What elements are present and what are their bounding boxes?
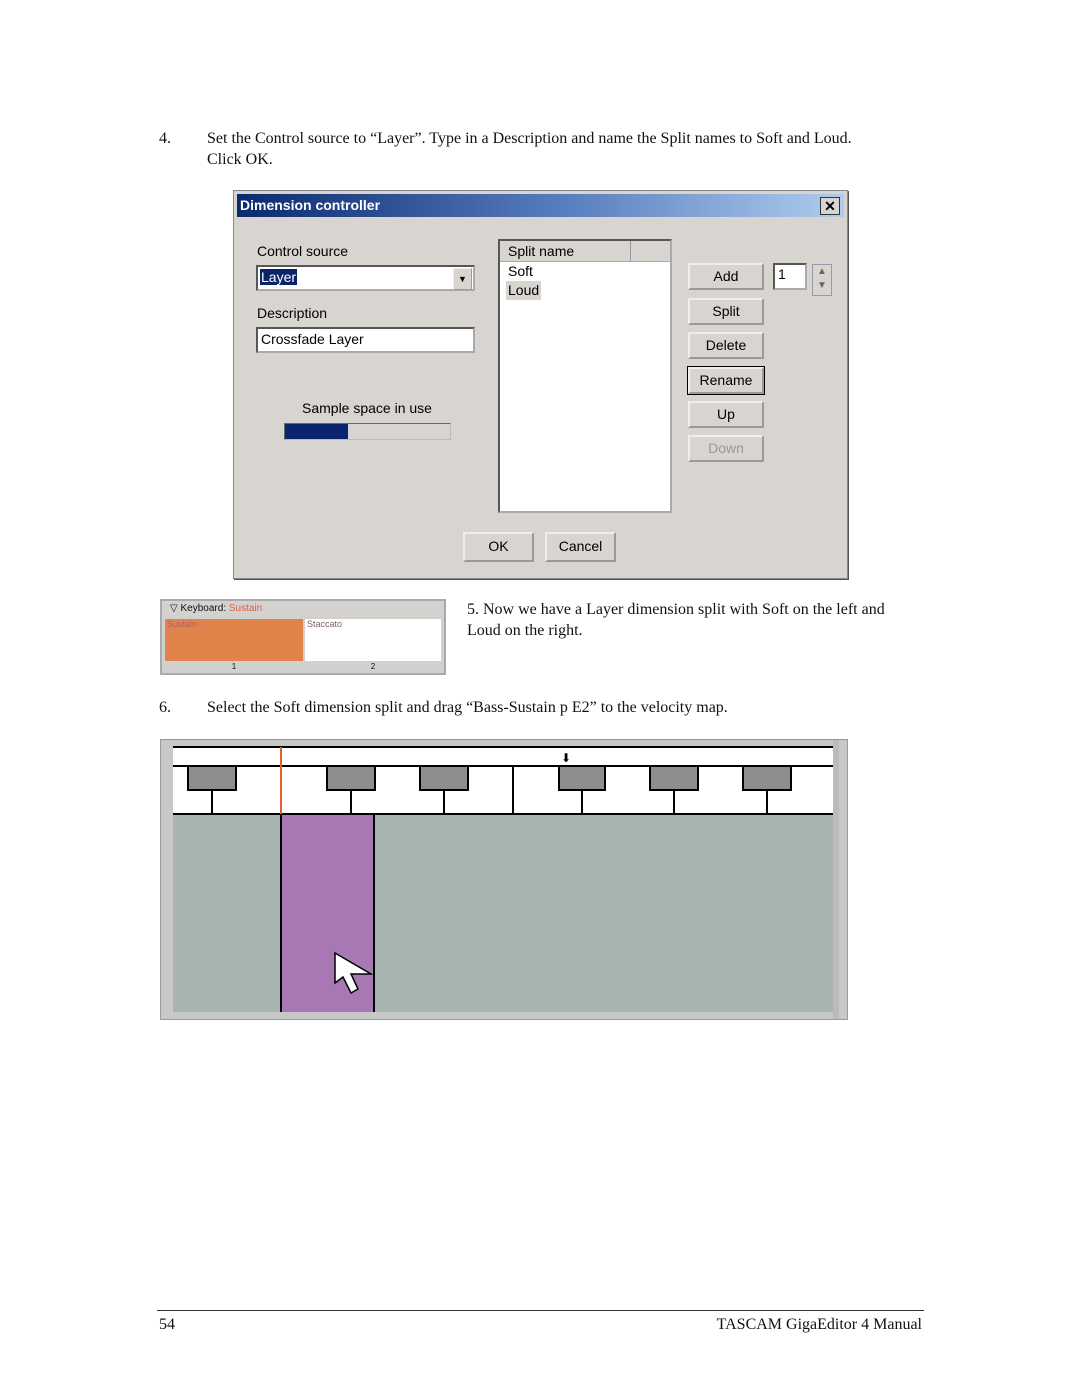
zone-sustain[interactable]: Sustain [165,619,303,661]
zone-number: 2 [370,662,376,671]
count-input[interactable]: 1 [773,263,807,290]
ok-button[interactable]: OK [463,532,534,562]
delete-button[interactable]: Delete [688,332,764,359]
rename-button[interactable]: Rename [687,366,765,395]
title-bar: Dimension controller ✕ [237,194,844,217]
close-icon[interactable]: ✕ [820,197,840,215]
count-spinner[interactable]: ▲ ▼ [812,264,832,296]
collapse-triangle-icon[interactable]: ▽ [170,603,178,614]
manual-title: TASCAM GigaEditor 4 Manual [716,1316,922,1333]
step-6-number: 6. [159,699,171,716]
split-name-header[interactable]: Split name [508,243,574,259]
step-6-text: Select the Soft dimension split and drag… [207,699,728,716]
control-source-value: Layer [260,269,298,285]
zone-label: Staccato [307,619,343,629]
chevron-down-icon[interactable]: ▼ [453,268,472,290]
add-button[interactable]: Add [688,263,764,290]
up-button[interactable]: Up [688,401,764,428]
velocity-region[interactable] [173,815,834,1012]
zone-number: 1 [231,662,237,671]
cancel-button[interactable]: Cancel [545,532,616,562]
down-button[interactable]: Down [688,435,764,462]
dimension-controller-dialog: Dimension controller ✕ Control source La… [233,190,848,579]
soft-split-highlight[interactable] [281,815,374,1012]
step-4-text: Set the Control source to “Layer”. Type … [207,130,852,147]
pin-icon: ⬇ [561,751,571,765]
step-5-text: 5. Now we have a Layer dimension split w… [467,601,885,618]
page-number: 54 [159,1316,175,1333]
list-item[interactable]: Loud [506,281,542,300]
zone-staccato[interactable]: Staccato [305,619,441,661]
velocity-map-screenshot: ⬇ [160,739,848,1020]
list-item[interactable]: Soft [500,262,670,281]
footer-rule [157,1310,924,1311]
dialog-title: Dimension controller [240,197,381,213]
arrow-up-icon[interactable]: ▲ [813,265,831,279]
split-name-list[interactable]: Split name Soft Loud [498,239,672,513]
step-4-number: 4. [159,130,171,147]
description-label: Description [257,305,328,321]
keyboard-dimension-panel: ▽ Keyboard: Sustain Sustain Staccato 1 2 [160,599,446,675]
control-source-select[interactable]: Layer ▼ [256,265,475,291]
keyboard-title: Keyboard [180,603,224,614]
velocity-map[interactable]: ⬇ [161,740,847,1019]
zone-label: Sustain [167,619,198,629]
sample-space-progress-fill [285,424,348,439]
control-source-label: Control source [257,243,349,259]
sample-space-label: Sample space in use [302,400,432,416]
split-button[interactable]: Split [688,298,764,325]
sample-space-progress [284,423,451,440]
step-5-text-2: Loud on the right. [467,622,583,639]
manual-page: 4. Set the Control source to “Layer”. Ty… [0,0,1080,1397]
description-input[interactable]: Crossfade Layer [256,327,475,353]
arrow-down-icon[interactable]: ▼ [813,279,831,293]
step-4-text-2: Click OK. [207,151,273,168]
keyboard-title-value: Sustain [228,603,263,614]
